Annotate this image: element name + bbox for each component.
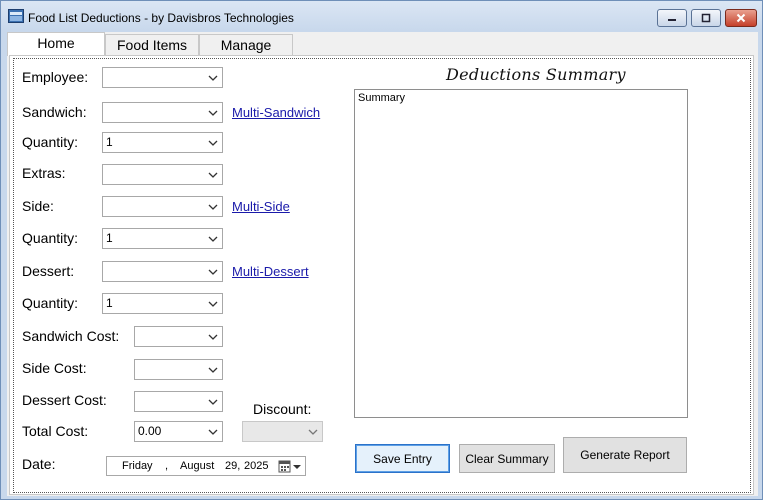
title-bar[interactable]: Food List Deductions - by Davisbros Tech… xyxy=(1,1,762,31)
sandwich-quantity-combo[interactable]: 1 xyxy=(102,132,223,153)
tab-page-home: Employee: Sandwich: Multi-Sandwich Quant… xyxy=(9,55,754,495)
employee-combo[interactable] xyxy=(102,67,223,88)
chevron-down-icon xyxy=(208,429,218,435)
tab-manage[interactable]: Manage xyxy=(199,34,293,55)
chevron-down-icon xyxy=(308,429,318,435)
calendar-icon[interactable] xyxy=(278,460,304,473)
chevron-down-icon xyxy=(208,110,218,116)
date-day: 29, xyxy=(225,460,241,472)
sandwich-cost-combo[interactable] xyxy=(134,326,223,347)
chevron-down-icon xyxy=(208,367,218,373)
date-separator: , xyxy=(165,460,169,472)
window-title: Food List Deductions - by Davisbros Tech… xyxy=(28,11,294,25)
side-label: Side: xyxy=(22,198,54,214)
maximize-button[interactable] xyxy=(691,9,721,27)
tab-home[interactable]: Home xyxy=(7,32,105,56)
date-weekday: Friday xyxy=(122,460,153,472)
tab-strip: Home Food Items Manage xyxy=(7,32,758,56)
client-area: Home Food Items Manage Employee: Sandwic… xyxy=(7,32,758,496)
side-quantity-combo[interactable]: 1 xyxy=(102,228,223,249)
discount-label: Discount: xyxy=(253,401,312,417)
sandwich-quantity-value: 1 xyxy=(106,135,113,149)
extras-combo[interactable] xyxy=(102,164,223,185)
total-cost-label: Total Cost: xyxy=(22,423,89,439)
dessert-label: Dessert: xyxy=(22,263,75,279)
sandwich-cost-label: Sandwich Cost: xyxy=(22,328,120,344)
summary-text: Summary xyxy=(358,92,406,104)
minimize-icon xyxy=(668,19,676,21)
chevron-down-icon xyxy=(208,301,218,307)
employee-label: Employee: xyxy=(22,69,89,85)
summary-textbox[interactable]: Summary xyxy=(354,89,688,418)
clear-summary-button[interactable]: Clear Summary xyxy=(459,444,555,473)
summary-title: Deductions Summary xyxy=(446,65,626,84)
dessert-combo[interactable] xyxy=(102,261,223,282)
chevron-down-icon xyxy=(208,172,218,178)
dessert-quantity-label: Quantity: xyxy=(22,295,79,311)
sandwich-label: Sandwich: xyxy=(22,104,87,120)
chevron-down-icon xyxy=(208,236,218,242)
close-icon xyxy=(736,13,746,23)
sandwich-combo[interactable] xyxy=(102,102,223,123)
side-quantity-value: 1 xyxy=(106,231,113,245)
chevron-down-icon xyxy=(208,204,218,210)
date-picker[interactable]: Friday , August 29, 2025 xyxy=(106,456,306,476)
app-icon xyxy=(8,9,24,23)
multi-dessert-link[interactable]: Multi-Dessert xyxy=(232,264,309,279)
side-combo[interactable] xyxy=(102,196,223,217)
minimize-button[interactable] xyxy=(657,9,687,27)
extras-label: Extras: xyxy=(22,165,66,181)
side-cost-label: Side Cost: xyxy=(22,360,87,376)
dessert-cost-combo[interactable] xyxy=(134,391,223,412)
date-year: 2025 xyxy=(244,460,269,472)
chevron-down-icon xyxy=(208,140,218,146)
dessert-quantity-combo[interactable]: 1 xyxy=(102,293,223,314)
save-entry-button[interactable]: Save Entry xyxy=(355,444,450,473)
chevron-down-icon xyxy=(208,399,218,405)
app-window: Food List Deductions - by Davisbros Tech… xyxy=(0,0,763,500)
chevron-down-icon xyxy=(208,334,218,340)
home-panel: Employee: Sandwich: Multi-Sandwich Quant… xyxy=(13,58,751,493)
total-cost-combo[interactable]: 0.00 xyxy=(134,421,223,442)
date-month: August xyxy=(180,460,215,472)
chevron-down-icon xyxy=(208,75,218,81)
date-label: Date: xyxy=(22,456,56,472)
multi-side-link[interactable]: Multi-Side xyxy=(232,199,290,214)
close-button[interactable] xyxy=(725,9,757,27)
generate-report-button[interactable]: Generate Report xyxy=(563,437,687,473)
total-cost-value: 0.00 xyxy=(138,424,162,438)
maximize-icon xyxy=(701,13,711,23)
chevron-down-icon xyxy=(208,269,218,275)
multi-sandwich-link[interactable]: Multi-Sandwich xyxy=(232,105,320,120)
sandwich-quantity-label: Quantity: xyxy=(22,134,79,150)
discount-combo[interactable] xyxy=(242,421,323,442)
side-cost-combo[interactable] xyxy=(134,359,223,380)
dessert-quantity-value: 1 xyxy=(106,296,113,310)
tab-food-items[interactable]: Food Items xyxy=(105,34,199,55)
dessert-cost-label: Dessert Cost: xyxy=(22,392,107,408)
side-quantity-label: Quantity: xyxy=(22,230,79,246)
